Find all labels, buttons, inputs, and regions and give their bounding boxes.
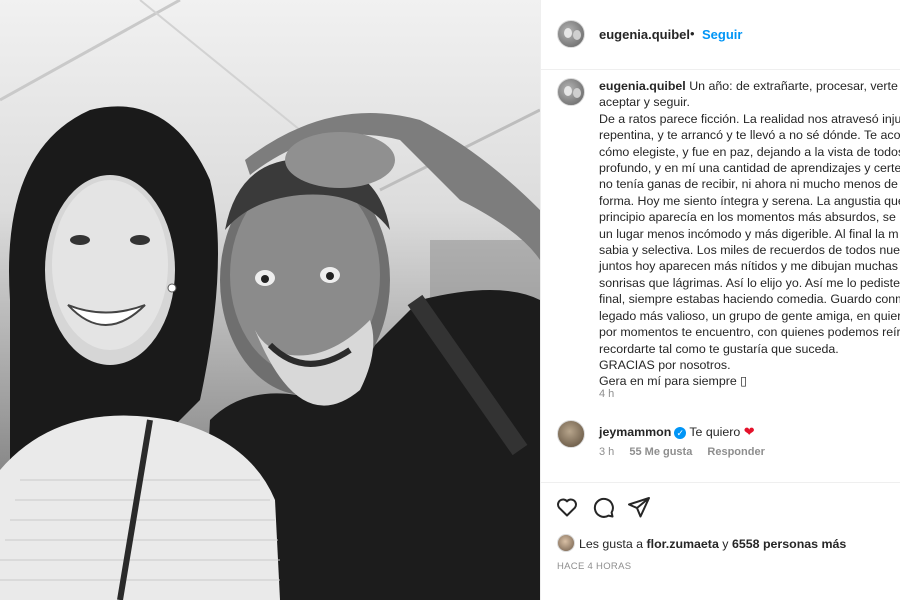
liker-username[interactable]: flor.zumaeta bbox=[647, 537, 719, 551]
caption-timestamp[interactable]: 4 h bbox=[599, 388, 614, 400]
liker-avatar[interactable] bbox=[557, 534, 575, 552]
author-username[interactable]: eugenia.quibel bbox=[599, 27, 690, 42]
commenter-avatar[interactable] bbox=[557, 420, 585, 448]
separator-dot: • bbox=[690, 26, 695, 41]
reply-button[interactable]: Responder bbox=[707, 446, 764, 458]
others-likes-link[interactable]: 6558 personas más bbox=[732, 537, 846, 551]
post-header: eugenia.quibel • Seguir bbox=[541, 0, 900, 70]
caption-username[interactable]: eugenia.quibel bbox=[599, 79, 686, 93]
comment-bubble-icon[interactable] bbox=[591, 495, 615, 519]
caption-text: eugenia.quibel Un año: de extrañarte, pr… bbox=[599, 79, 900, 389]
verified-badge-icon: ✓ bbox=[674, 426, 687, 439]
caption-author-avatar[interactable] bbox=[557, 78, 585, 106]
post-side-panel: eugenia.quibel • Seguir eugenia.quibel U… bbox=[540, 0, 900, 600]
caption-section: eugenia.quibel Un año: de extrañarte, pr… bbox=[541, 70, 900, 410]
heart-outline-icon[interactable] bbox=[555, 495, 579, 519]
likes-summary: Les gusta a flor.zumaeta y 6558 personas… bbox=[579, 537, 847, 551]
post-date[interactable]: HACE 4 HORAS bbox=[557, 561, 631, 572]
comment-likes[interactable]: 55 Me gusta bbox=[629, 446, 692, 458]
comment: jeymammon ✓ Te quiero ❤ bbox=[599, 424, 755, 440]
action-bar: Les gusta a flor.zumaeta y 6558 personas… bbox=[541, 482, 900, 600]
paper-plane-icon[interactable] bbox=[627, 495, 651, 519]
comment-meta: 3 h 55 Me gusta Responder bbox=[599, 446, 765, 458]
commenter-username[interactable]: jeymammon bbox=[599, 425, 671, 439]
follow-button[interactable]: Seguir bbox=[702, 27, 742, 42]
heart-emoji: ❤ bbox=[743, 424, 755, 439]
author-avatar[interactable] bbox=[557, 20, 585, 48]
comment-time[interactable]: 3 h bbox=[599, 446, 614, 458]
comment-text: Te quiero bbox=[689, 425, 741, 439]
photo-illustration bbox=[0, 0, 540, 600]
post-photo[interactable] bbox=[0, 0, 540, 600]
